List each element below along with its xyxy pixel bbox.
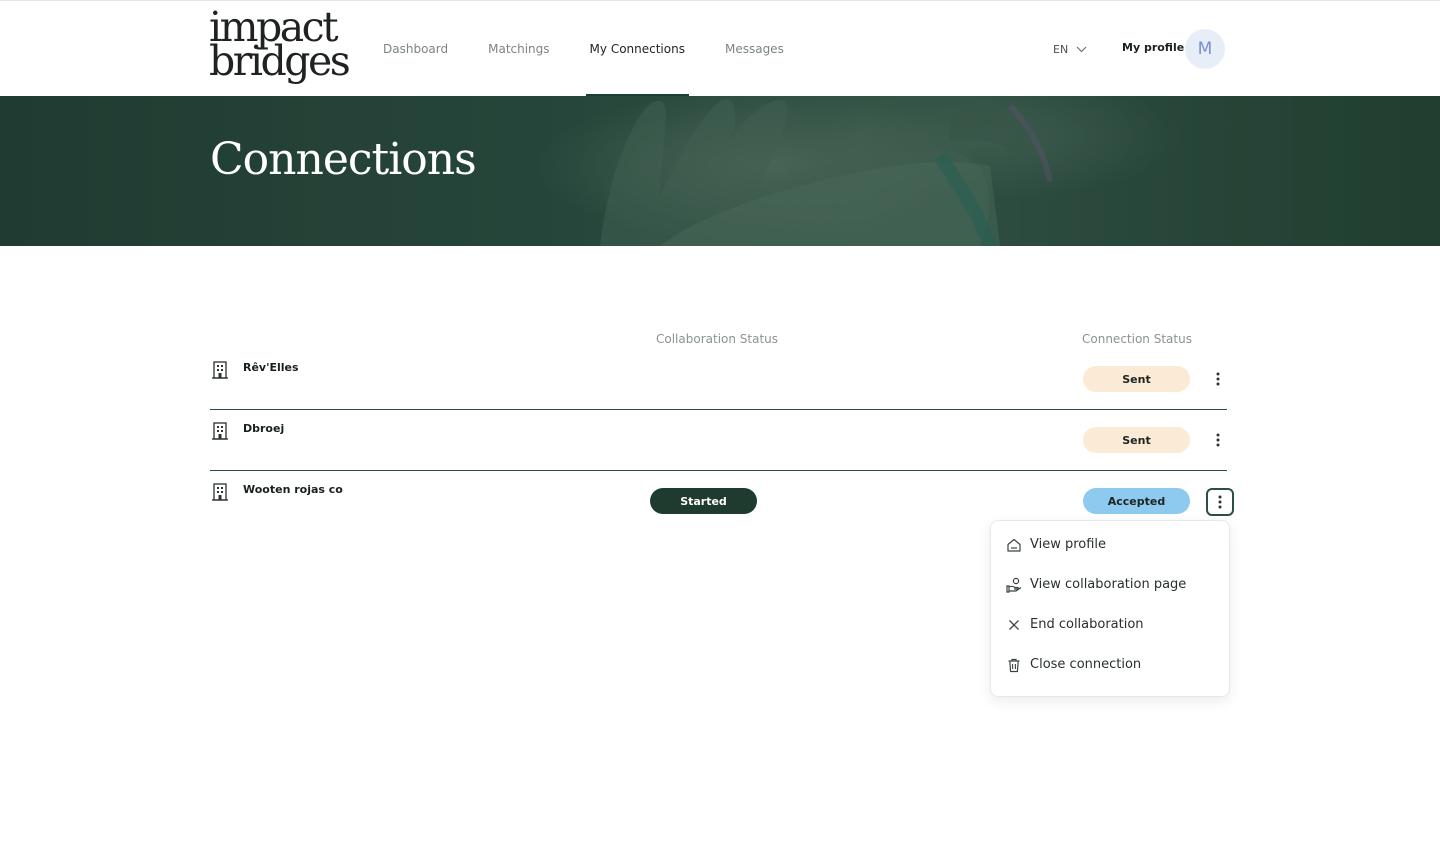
- table-row: Dbroej Sent: [210, 410, 1227, 471]
- collaboration-status-badge: Started: [650, 488, 757, 514]
- home-icon: [1006, 537, 1022, 557]
- top-header: impact bridges Dashboard Matchings My Co…: [0, 0, 1440, 97]
- menu-item-label: View collaboration page: [1030, 577, 1187, 592]
- nav-messages[interactable]: Messages: [725, 1, 784, 97]
- menu-item-end-collaboration[interactable]: End collaboration: [991, 605, 1229, 645]
- building-icon: [212, 483, 228, 505]
- connection-status-badge: Accepted: [1083, 488, 1190, 514]
- close-icon: [1006, 617, 1022, 637]
- column-header-connection-status: Connection Status: [1082, 332, 1192, 346]
- handshake-icon: [1006, 577, 1022, 597]
- language-selector[interactable]: EN: [1053, 39, 1087, 59]
- page: impact bridges Dashboard Matchings My Co…: [0, 0, 1440, 861]
- avatar[interactable]: M: [1185, 29, 1225, 69]
- nav-dashboard[interactable]: Dashboard: [383, 1, 448, 97]
- organization-name[interactable]: Rêv'Elles: [243, 361, 299, 374]
- organization-name[interactable]: Dbroej: [243, 422, 284, 435]
- column-header-collaboration-status: Collaboration Status: [656, 332, 779, 346]
- row-actions-kebab-icon[interactable]: [1204, 365, 1232, 393]
- row-actions-menu: View profile View collaboration page End…: [990, 520, 1230, 697]
- nav-matchings[interactable]: Matchings: [488, 1, 549, 97]
- row-actions-kebab-icon[interactable]: [1206, 488, 1234, 516]
- nav-my-connections[interactable]: My Connections: [585, 1, 690, 97]
- building-icon: [212, 361, 228, 383]
- menu-item-close-connection[interactable]: Close connection: [991, 645, 1229, 685]
- table-row: Rêv'Elles Sent: [210, 349, 1227, 410]
- organization-name[interactable]: Wooten rojas co: [243, 483, 343, 496]
- connection-status-badge: Sent: [1083, 427, 1190, 453]
- menu-item-label: Close connection: [1030, 657, 1142, 672]
- chevron-down-icon: [1076, 46, 1087, 53]
- page-title: Connections: [210, 134, 477, 185]
- logo-line-2: bridges: [209, 37, 351, 85]
- my-profile-link[interactable]: My profile: [1122, 41, 1184, 54]
- menu-item-label: End collaboration: [1030, 617, 1144, 632]
- trash-icon: [1006, 657, 1022, 677]
- hero-banner: Connections: [0, 96, 1440, 246]
- menu-item-label: View profile: [1030, 537, 1107, 552]
- impact-bridges-logo[interactable]: impact bridges: [209, 7, 351, 85]
- main-nav: Dashboard Matchings My Connections Messa…: [383, 1, 824, 97]
- menu-item-view-collaboration-page[interactable]: View collaboration page: [991, 565, 1229, 605]
- connection-status-badge: Sent: [1083, 366, 1190, 392]
- row-actions-kebab-icon[interactable]: [1204, 426, 1232, 454]
- building-icon: [212, 422, 228, 444]
- menu-item-view-profile[interactable]: View profile: [991, 525, 1229, 565]
- language-label: EN: [1053, 42, 1069, 56]
